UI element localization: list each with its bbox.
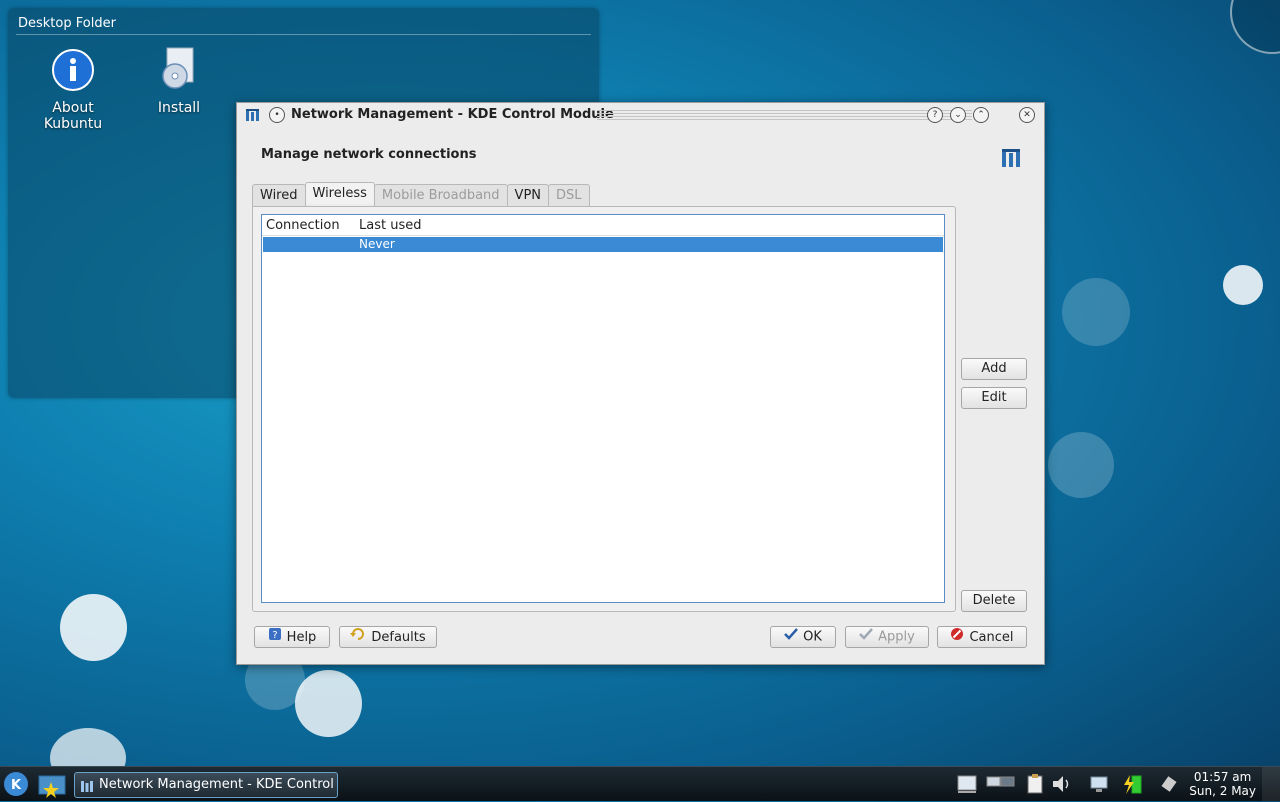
defaults-undo-icon xyxy=(350,627,366,648)
network-manager-app-icon xyxy=(245,108,261,127)
task-label: Network Management - KDE Control M xyxy=(99,777,338,792)
network-tray-icon[interactable] xyxy=(1088,773,1110,795)
network-module-icon xyxy=(1000,147,1022,173)
defaults-button[interactable]: Defaults xyxy=(339,626,437,648)
minimize-icon[interactable]: ⌄ xyxy=(950,107,966,123)
svg-text:?: ? xyxy=(272,630,277,641)
connection-type-tabs: Wired Wireless Mobile Broadband VPN DSL xyxy=(252,182,590,206)
dialog-title: Network Management - KDE Control Module xyxy=(291,107,614,122)
bokeh-circle xyxy=(1062,278,1130,346)
digital-clock[interactable]: 01:57 am Sun, 2 May xyxy=(1189,770,1256,798)
page-heading: Manage network connections xyxy=(261,147,477,162)
network-manager-task-icon xyxy=(80,778,94,797)
desktop-icon-install[interactable]: Install xyxy=(134,46,224,116)
window-menu-icon[interactable]: • xyxy=(269,107,285,123)
add-button[interactable]: Add xyxy=(961,358,1027,380)
clock-time: 01:57 am xyxy=(1193,770,1252,784)
battery-icon[interactable] xyxy=(1122,773,1144,795)
column-header-connection[interactable]: Connection xyxy=(262,215,355,235)
checkmark-icon xyxy=(859,627,874,647)
bokeh-circle xyxy=(1223,265,1263,305)
show-desktop-icon[interactable] xyxy=(956,773,978,795)
taskbar-task-network-management[interactable]: Network Management - KDE Control M xyxy=(74,772,338,798)
desktop-icon-label: Install xyxy=(157,100,201,116)
help-question-icon[interactable]: ? xyxy=(927,107,943,123)
tab-dsl[interactable]: DSL xyxy=(548,184,590,206)
tab-wired[interactable]: Wired xyxy=(252,184,306,206)
volume-icon[interactable] xyxy=(1050,773,1072,795)
list-header: Connection Last used xyxy=(262,215,944,236)
close-icon[interactable]: ✕ xyxy=(1019,107,1035,123)
pager-icon[interactable] xyxy=(986,773,1016,795)
column-header-last-used[interactable]: Last used xyxy=(355,215,425,235)
install-disc-icon xyxy=(134,46,224,96)
maximize-icon[interactable]: ⌃ xyxy=(973,107,989,123)
apply-button[interactable]: Apply xyxy=(845,626,929,648)
bokeh-circle xyxy=(1048,432,1114,498)
bokeh-circle xyxy=(1230,0,1280,54)
checkmark-icon xyxy=(784,627,799,647)
tab-mobile-broadband[interactable]: Mobile Broadband xyxy=(373,184,508,206)
svg-text:K: K xyxy=(11,778,22,793)
table-row[interactable]: Never xyxy=(263,237,943,252)
help-button[interactable]: ? Help xyxy=(254,626,330,648)
bokeh-circle xyxy=(295,670,362,737)
desktop-icon-about-kubuntu[interactable]: About Kubuntu xyxy=(28,48,118,132)
info-icon xyxy=(28,48,118,96)
folder-title: Desktop Folder xyxy=(18,16,116,31)
titlebar-stripes xyxy=(597,110,972,120)
clock-date: Sun, 2 May xyxy=(1189,784,1256,798)
desktop-icon-label: About Kubuntu xyxy=(43,100,103,132)
delete-button[interactable]: Delete xyxy=(961,590,1027,612)
connections-list[interactable]: Connection Last used Never xyxy=(261,214,945,603)
help-icon: ? xyxy=(268,627,282,648)
cell-last-used: Never xyxy=(359,237,395,251)
taskbar: K Network Management - KDE Control M 01:… xyxy=(0,766,1280,801)
kde-menu-icon[interactable]: K xyxy=(2,771,30,797)
wireless-tab-panel: Connection Last used Never xyxy=(252,206,956,612)
device-notifier-icon[interactable] xyxy=(1158,773,1180,795)
tab-wireless[interactable]: Wireless xyxy=(304,182,375,204)
edit-button[interactable]: Edit xyxy=(961,387,1027,409)
tab-vpn[interactable]: VPN xyxy=(506,184,550,206)
ok-button[interactable]: OK xyxy=(770,626,836,648)
network-management-dialog: • Network Management - KDE Control Modul… xyxy=(236,102,1045,665)
clipboard-icon[interactable] xyxy=(1024,773,1046,795)
cancel-icon xyxy=(950,627,964,648)
dialog-titlebar[interactable]: • Network Management - KDE Control Modul… xyxy=(237,103,1044,127)
cancel-button[interactable]: Cancel xyxy=(937,626,1027,648)
panel-toolbox-icon[interactable] xyxy=(1262,767,1280,801)
folder-star-icon[interactable] xyxy=(37,772,67,798)
bokeh-circle xyxy=(60,594,127,661)
folder-divider xyxy=(16,34,591,35)
